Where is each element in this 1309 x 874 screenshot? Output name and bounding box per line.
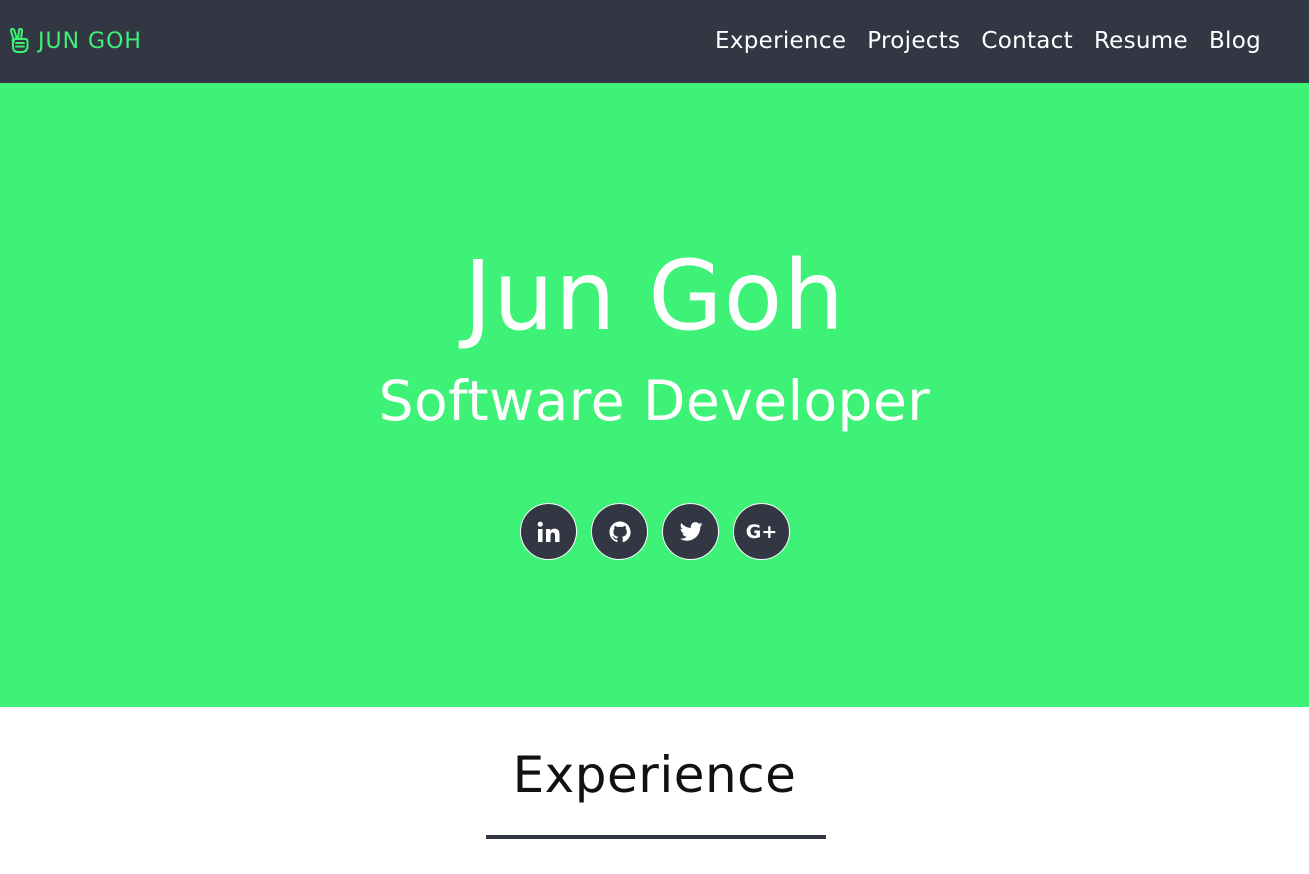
hero-role: Software Developer [378, 369, 931, 433]
github-button[interactable] [591, 503, 648, 560]
nav-link-resume[interactable]: Resume [1094, 28, 1188, 54]
linkedin-button[interactable] [520, 503, 577, 560]
experience-section: Experience [0, 707, 1309, 874]
hero-name: Jun Goh [463, 240, 846, 352]
twitter-button[interactable] [662, 503, 719, 560]
nav-link-projects[interactable]: Projects [867, 28, 960, 54]
hero-section: Jun Goh Software Developer G+ [0, 83, 1309, 707]
google-plus-button[interactable]: G+ [733, 503, 790, 560]
nav-link-contact[interactable]: Contact [981, 28, 1073, 54]
main-nav: Experience Projects Contact Resume Blog [715, 24, 1261, 58]
section-divider [486, 835, 826, 839]
social-links: G+ [520, 503, 790, 561]
twitter-icon [679, 521, 702, 541]
github-icon [609, 521, 631, 542]
linkedin-icon [537, 521, 559, 542]
nav-link-blog[interactable]: Blog [1209, 28, 1261, 54]
google-plus-icon: G+ [745, 520, 778, 543]
peace-hand-icon [9, 28, 29, 53]
section-title: Experience [512, 746, 797, 804]
navbar: JUN GOH Experience Projects Contact Resu… [0, 0, 1309, 83]
brand-link[interactable]: JUN GOH [8, 26, 142, 56]
nav-link-experience[interactable]: Experience [715, 28, 846, 54]
brand-name: JUN GOH [38, 28, 142, 54]
